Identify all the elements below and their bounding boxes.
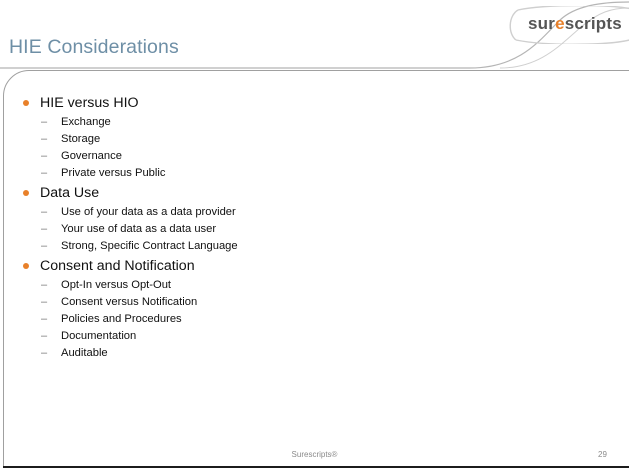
- slide-title: HIE Considerations: [9, 36, 179, 58]
- sub-bullet: – Opt-In versus Opt-Out: [22, 277, 582, 294]
- bullet-text: HIE versus HIO: [40, 95, 139, 111]
- sub-bullet: – Consent versus Notification: [22, 294, 582, 311]
- sub-bullet: – Auditable: [22, 345, 582, 362]
- bullet-dot-icon: [23, 100, 29, 106]
- bullet-heading: Data Use: [22, 182, 582, 204]
- dash-icon: –: [41, 206, 48, 218]
- section-consent-and-notification: Consent and Notification – Opt-In versus …: [22, 255, 582, 362]
- dash-icon: –: [41, 133, 48, 145]
- logo-wordmark: surescripts: [528, 14, 622, 34]
- dash-icon: –: [41, 116, 48, 128]
- sub-bullet-text: Private versus Public: [61, 167, 166, 179]
- sub-bullet: – Documentation: [22, 328, 582, 345]
- bullet-heading: Consent and Notification: [22, 255, 582, 277]
- slide-bottom-rule: [3, 466, 629, 468]
- slide: surescripts HIE Considerations HIE versu…: [0, 0, 629, 471]
- dash-icon: –: [41, 296, 48, 308]
- sub-bullet-text: Exchange: [61, 116, 111, 128]
- sub-bullet-text: Documentation: [61, 330, 137, 342]
- sub-bullet-text: Governance: [61, 150, 122, 162]
- footer-brand: Surescripts®: [291, 450, 338, 459]
- page-number: 29: [598, 450, 607, 459]
- bullet-text: Data Use: [40, 185, 100, 201]
- dash-icon: –: [41, 150, 48, 162]
- sub-bullet-text: Consent versus Notification: [61, 296, 198, 308]
- dash-icon: –: [41, 330, 48, 342]
- dash-icon: –: [41, 167, 48, 179]
- bullet-heading: HIE versus HIO: [22, 92, 582, 114]
- sub-bullet-text: Storage: [61, 133, 101, 145]
- sub-bullet-text: Auditable: [61, 347, 108, 359]
- section-hie-versus-hio: HIE versus HIO – Exchange – Storage – Gover…: [22, 92, 582, 182]
- dash-icon: –: [41, 240, 48, 252]
- sub-bullet: – Governance: [22, 148, 582, 165]
- sub-bullet-text: Policies and Procedures: [61, 313, 182, 325]
- sub-bullet-text: Your use of data as a data user: [61, 223, 217, 235]
- dash-icon: –: [41, 347, 48, 359]
- section-data-use: Data Use – Use of your data as a data pro…: [22, 182, 582, 255]
- sub-bullet: – Private versus Public: [22, 165, 582, 182]
- sub-bullet: – Policies and Procedures: [22, 311, 582, 328]
- logo-suffix: scripts: [564, 14, 622, 33]
- sub-bullet: – Exchange: [22, 114, 582, 131]
- bullet-text: Consent and Notification: [40, 258, 195, 274]
- dash-icon: –: [41, 279, 48, 291]
- sub-bullet: – Use of your data as a data provider: [22, 204, 582, 221]
- sub-bullet-text: Use of your data as a data provider: [61, 206, 236, 218]
- logo-prefix: sur: [528, 14, 556, 33]
- dash-icon: –: [41, 223, 48, 235]
- sub-bullet-text: Strong, Specific Contract Language: [61, 240, 238, 252]
- surescripts-logo: surescripts: [506, 6, 629, 44]
- dash-icon: –: [41, 313, 48, 325]
- sub-bullet-text: Opt-In versus Opt-Out: [61, 279, 172, 291]
- slide-content: HIE versus HIO – Exchange – Storage – Gover…: [22, 92, 582, 362]
- bullet-dot-icon: [23, 190, 29, 196]
- sub-bullet: – Strong, Specific Contract Language: [22, 238, 582, 255]
- logo-accent: e: [555, 14, 565, 33]
- bullet-dot-icon: [23, 263, 29, 269]
- sub-bullet: – Storage: [22, 131, 582, 148]
- sub-bullet: – Your use of data as a data user: [22, 221, 582, 238]
